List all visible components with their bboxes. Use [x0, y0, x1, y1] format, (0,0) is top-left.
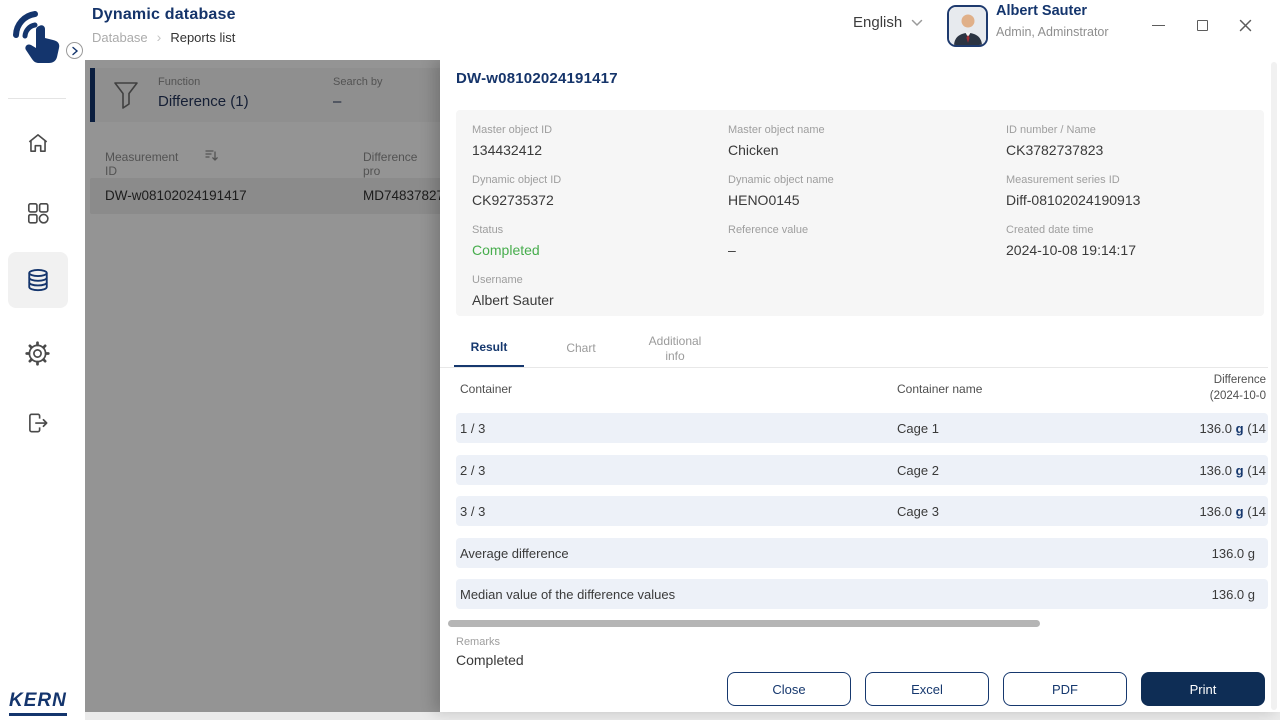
info-master-object-id: Master object ID 134432412	[472, 124, 553, 158]
database-icon	[28, 269, 48, 292]
home-icon	[28, 134, 47, 152]
summary-row-average: Average difference 136.0 g	[456, 538, 1268, 568]
page-title: Dynamic database	[92, 6, 236, 23]
chevron-down-icon	[911, 19, 923, 26]
report-info-card: Master object ID 134432412 Master object…	[456, 110, 1264, 316]
sidebar-item-database[interactable]	[8, 252, 68, 308]
user-photo-icon	[949, 7, 986, 45]
info-measurement-series-id: Measurement series ID Diff-0810202419091…	[1006, 174, 1141, 208]
bottom-strip	[85, 712, 1280, 720]
info-dynamic-object-name: Dynamic object name HENO0145	[728, 174, 834, 208]
info-username: Username Albert Sauter	[472, 274, 554, 308]
sidebar-item-apps[interactable]	[0, 198, 75, 228]
sidebar: KERN	[0, 0, 75, 720]
sidebar-expand-button[interactable]	[66, 42, 83, 59]
info-master-object-name: Master object name Chicken	[728, 124, 825, 158]
kern-logo: KERN	[9, 690, 67, 716]
breadcrumb-database[interactable]: Database	[92, 30, 148, 45]
language-label: English	[853, 14, 903, 31]
breadcrumb: Database › Reports list	[92, 29, 235, 45]
app-header: Dynamic database Database › Reports list…	[75, 0, 1280, 60]
status-badge: Completed	[472, 242, 540, 258]
info-dynamic-object-id: Dynamic object ID CK92735372	[472, 174, 562, 208]
user-role: Admin, Adminstrator	[996, 25, 1109, 39]
info-status: Status Completed	[472, 224, 728, 274]
pdf-button[interactable]: PDF	[1003, 672, 1127, 706]
info-created-date-time: Created date time 2024-10-08 19:14:17	[1006, 224, 1136, 258]
table-row: 3 / 3 Cage 3 136.0 g (14	[456, 496, 1268, 526]
sidebar-divider	[8, 98, 66, 99]
info-id-number-name: ID number / Name CK3782737823	[1006, 124, 1104, 158]
report-detail-panel: DW-w08102024191417 Master object ID 1344…	[440, 60, 1280, 712]
breadcrumb-reports-list: Reports list	[170, 29, 236, 45]
maximize-icon	[1196, 19, 1208, 31]
close-icon	[1239, 19, 1251, 31]
table-row: 2 / 3 Cage 2 136.0 g (14	[456, 455, 1268, 485]
info-reference-value: Reference value –	[728, 224, 809, 258]
chevron-right-icon	[71, 46, 78, 55]
sidebar-item-settings[interactable]	[0, 338, 75, 368]
table-row: 1 / 3 Cage 1 136.0 g (14	[456, 413, 1268, 443]
maximize-button[interactable]	[1190, 14, 1214, 36]
minimize-icon	[1151, 24, 1165, 26]
close-window-button[interactable]	[1233, 14, 1257, 36]
detail-tabs: Result Chart Additional info	[440, 330, 1268, 368]
print-button[interactable]: Print	[1141, 672, 1265, 706]
column-container-name: Container name	[897, 382, 983, 396]
result-table-header: Container Container name Difference (202…	[456, 370, 1268, 408]
touch-logo-icon	[10, 8, 66, 64]
apps-icon	[27, 202, 49, 224]
logout-icon	[28, 413, 47, 433]
close-button[interactable]: Close	[727, 672, 851, 706]
language-selector[interactable]: English	[853, 14, 923, 31]
tab-chart[interactable]: Chart	[546, 330, 616, 367]
remarks-label: Remarks	[456, 636, 501, 648]
user-name: Albert Sauter	[996, 3, 1088, 19]
column-container: Container	[460, 382, 513, 396]
remarks-value: Completed	[456, 652, 524, 668]
sidebar-item-home[interactable]	[0, 128, 75, 158]
excel-button[interactable]: Excel	[865, 672, 989, 706]
minimize-button[interactable]	[1146, 14, 1170, 36]
gear-icon	[25, 340, 50, 366]
horizontal-scrollbar[interactable]	[448, 620, 1040, 627]
summary-row-median: Median value of the difference values 13…	[456, 579, 1268, 609]
sidebar-item-logout[interactable]	[0, 408, 75, 438]
vertical-scrollbar[interactable]	[1271, 62, 1277, 710]
column-difference: Difference (2024-10-0	[1209, 374, 1266, 402]
report-title: DW-w08102024191417	[456, 70, 618, 87]
avatar[interactable]	[947, 5, 988, 47]
action-buttons: Close Excel PDF Print	[440, 672, 1265, 706]
breadcrumb-separator-icon: ›	[156, 29, 162, 45]
tab-result[interactable]: Result	[454, 330, 524, 367]
tab-additional-info[interactable]: Additional info	[638, 330, 712, 367]
